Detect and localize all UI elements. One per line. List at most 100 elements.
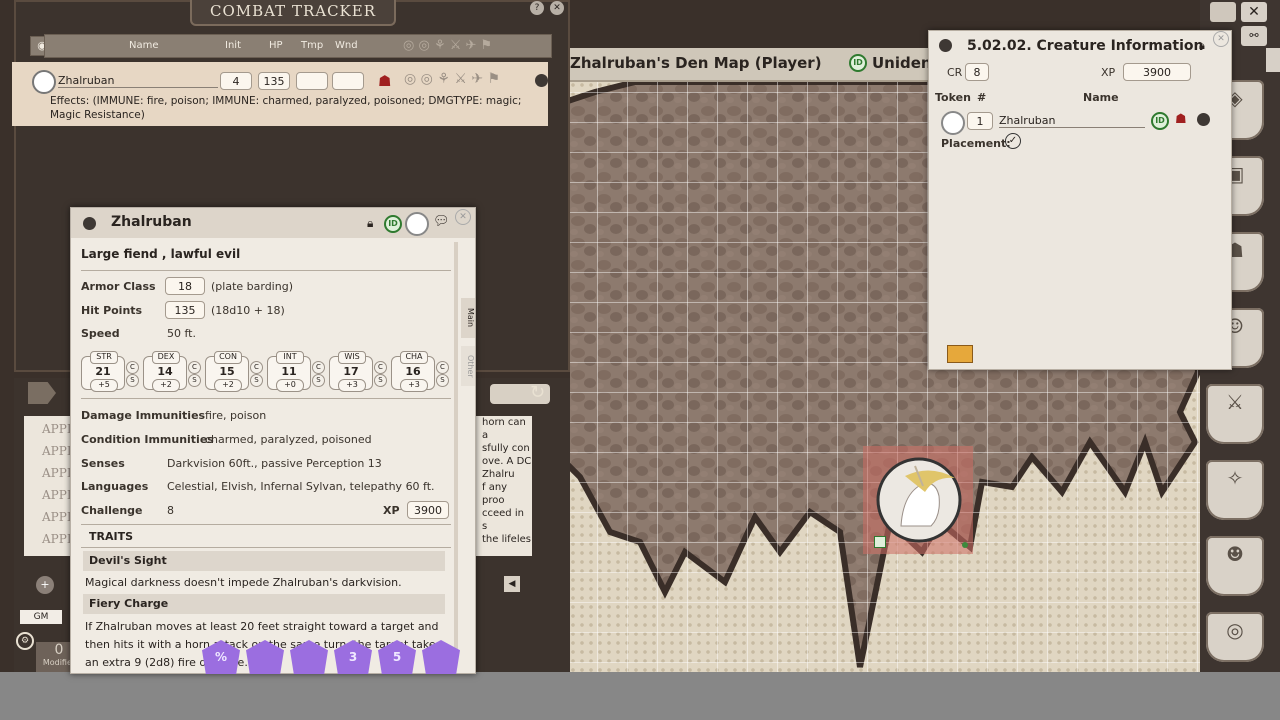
hp-field[interactable]: 135 [258, 72, 290, 90]
envelope-icon[interactable] [947, 345, 973, 363]
save-icon[interactable]: S [188, 374, 201, 387]
identified-icon[interactable]: ID [849, 54, 867, 72]
token-icon[interactable] [405, 212, 429, 236]
trait-name[interactable]: Devil's Sight [83, 551, 445, 571]
check-icon[interactable]: C [436, 361, 449, 374]
trait-name[interactable]: Fiery Charge [83, 594, 445, 614]
chat-tab-icon[interactable] [28, 382, 56, 404]
settings-gear-icon[interactable]: ⚙ [16, 632, 34, 650]
identified-icon[interactable]: ID [384, 215, 402, 233]
trait-text: Magical darkness doesn't impede Zhalruba… [85, 576, 402, 589]
scrollbar[interactable] [454, 242, 458, 662]
faction-helmet-icon[interactable]: ☗ [378, 72, 391, 90]
ability-mod: +2 [214, 379, 242, 392]
faction-helmet-icon[interactable]: ☗ [1175, 112, 1187, 127]
map-title: Zhalruban's Den Map (Player) [570, 54, 822, 72]
stat-block-window[interactable]: Zhalruban 🔒︎ ID 💬︎ ✕ Large fiend , lawfu… [70, 207, 476, 674]
ability-dex[interactable]: DEX 14 +2 [143, 351, 187, 392]
creature-info-menu-icon[interactable] [939, 39, 952, 52]
hit-points-field[interactable]: 135 [165, 301, 205, 319]
cr-field[interactable]: 8 [965, 63, 989, 81]
tool-edge-icon[interactable] [1266, 48, 1280, 72]
stat-block-title-bar[interactable]: Zhalruban 🔒︎ ID 💬︎ ✕ [71, 208, 475, 238]
ability-name: DEX [152, 351, 180, 364]
ability-cha[interactable]: CHA 16 +3 [391, 351, 435, 392]
token-icon[interactable] [941, 111, 965, 135]
lock-icon[interactable]: 🔒︎ [367, 216, 373, 231]
combat-tracker-title: COMBAT TRACKER [190, 0, 396, 26]
wounds-field[interactable] [332, 72, 364, 90]
close-icon[interactable]: ✕ [455, 209, 471, 225]
speech-bubble-icon[interactable]: 💬︎ [433, 214, 450, 229]
chat-line: APPI [42, 488, 72, 502]
ability-score: 14 [157, 365, 173, 378]
xp-label: XP [383, 504, 400, 517]
save-icon[interactable]: S [374, 374, 387, 387]
stat-block-menu-icon[interactable] [83, 217, 96, 230]
token-shield-icon [874, 536, 886, 548]
ability-score: 21 [95, 365, 111, 378]
add-icon[interactable]: + [36, 576, 54, 594]
races-icon: ☻ [1226, 542, 1244, 566]
challenge-value: 8 [167, 504, 174, 517]
check-icon[interactable]: C [188, 361, 201, 374]
ability-con[interactable]: CON 15 +2 [205, 351, 249, 392]
chat-fragment: f any proo [482, 482, 508, 506]
hit-points-label: Hit Points [81, 304, 143, 317]
combat-tracker-row[interactable]: Zhalruban 4 135 ☗ ◎ ◎ ⚘ ⚔ ✈ ⚑ Effects: (… [12, 62, 548, 126]
refresh-icon[interactable]: ↻ [530, 382, 550, 403]
collapse-icon[interactable]: ◀ [504, 576, 520, 592]
check-icon[interactable]: C [126, 361, 139, 374]
sidebar-button-8[interactable]: ◎ [1206, 612, 1264, 662]
header-toggle-icons[interactable]: ◎ ◎ ⚘ ⚔ ✈ ⚑ [403, 38, 492, 53]
traits-header: TRAITS [89, 530, 134, 543]
ability-str[interactable]: STR 21 +5 [81, 351, 125, 392]
token-status-icon [962, 542, 968, 548]
zhalruban-token[interactable] [875, 456, 963, 544]
sidebar-button-items[interactable]: ⚔ [1206, 384, 1264, 444]
tool-wand-icon[interactable] [1210, 2, 1236, 22]
identified-icon[interactable]: ID [1151, 112, 1169, 130]
stat-block-name[interactable]: Zhalruban [111, 214, 192, 230]
init-field[interactable]: 4 [220, 72, 252, 90]
sidebar-button-spells[interactable]: ✧ [1206, 460, 1264, 520]
ability-wis[interactable]: WIS 17 +3 [329, 351, 373, 392]
creature-name[interactable]: Zhalruban [58, 74, 218, 88]
creature-info-window[interactable]: 5.02.02. Creature Information 🔒︎ ✕ CR 8 … [928, 30, 1232, 370]
tab-main[interactable]: Main [461, 298, 475, 338]
placement-check-icon[interactable]: ✓ [1005, 133, 1021, 149]
items-icon: ⚔ [1226, 390, 1244, 414]
column-wnd: Wnd [335, 40, 358, 51]
help-icon[interactable]: ? [530, 1, 544, 15]
save-icon[interactable]: S [312, 374, 325, 387]
tab-other[interactable]: Other [461, 346, 475, 386]
check-icon[interactable]: C [250, 361, 263, 374]
save-icon[interactable]: S [250, 374, 263, 387]
condition-immunities-label: Condition Immunities [81, 433, 214, 446]
creature-name-field[interactable]: Zhalruban [999, 114, 1145, 128]
ability-int[interactable]: INT 11 +0 [267, 351, 311, 392]
languages-label: Languages [81, 480, 149, 493]
check-icon[interactable]: C [374, 361, 387, 374]
tool-link-icon[interactable]: ⚯ [1241, 26, 1267, 46]
xp-field[interactable]: 3900 [1123, 63, 1191, 81]
close-icon[interactable]: ✕ [1213, 31, 1229, 47]
creature-info-title: 5.02.02. Creature Information [967, 38, 1204, 54]
chat-fragment: sfully con [482, 443, 530, 454]
tmp-field[interactable] [296, 72, 328, 90]
count-field[interactable]: 1 [967, 112, 993, 130]
sidebar-button-races[interactable]: ☻ [1206, 536, 1264, 596]
tool-grid-icon[interactable]: ✕ [1241, 2, 1267, 22]
row-menu-icon[interactable] [535, 74, 548, 87]
xp-field[interactable]: 3900 [407, 501, 449, 519]
close-icon[interactable]: ✕ [550, 1, 564, 15]
save-icon[interactable]: S [126, 374, 139, 387]
save-icon[interactable]: S [436, 374, 449, 387]
check-icon[interactable]: C [312, 361, 325, 374]
row-toggle-icons[interactable]: ◎ ◎ ⚘ ⚔ ✈ ⚑ [404, 71, 500, 87]
row-menu-icon[interactable] [1197, 113, 1210, 126]
armor-class-field[interactable]: 18 [165, 277, 205, 295]
creature-token-icon[interactable] [32, 70, 56, 94]
lock-icon[interactable]: 🔒︎ [1199, 39, 1205, 53]
chat-line: APPI [42, 444, 72, 458]
